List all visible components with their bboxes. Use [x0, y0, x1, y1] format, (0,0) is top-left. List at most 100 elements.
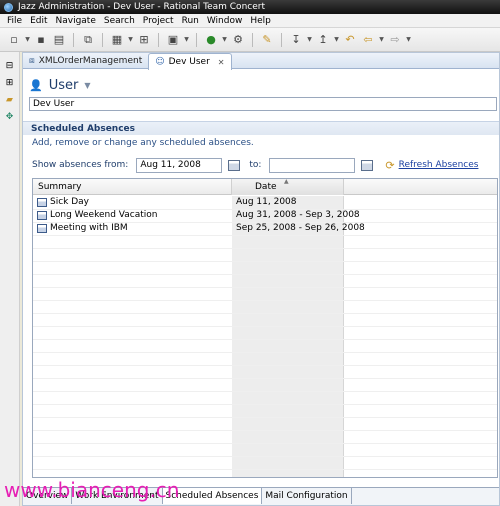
back-icon[interactable]: ⇦ [360, 32, 376, 48]
toolbar-separator [73, 32, 74, 47]
forward-dropdown-icon[interactable]: ▼ [405, 36, 412, 43]
window-title: Jazz Administration - Dev User - Rationa… [18, 2, 265, 12]
from-date-input[interactable]: Aug 11, 2008 [136, 157, 223, 173]
toolbar-separator [252, 32, 253, 47]
build-icon[interactable]: ✎ [259, 32, 275, 48]
tab-mail-configuration[interactable]: Mail Configuration [262, 488, 352, 504]
toolbar-separator [281, 32, 282, 47]
team-organization-icon[interactable]: ✥ [4, 111, 16, 123]
menu-file[interactable]: File [3, 16, 26, 26]
user-icon: 👤 [29, 78, 43, 92]
tab-label: Dev User [168, 57, 210, 67]
calendar-icon [37, 210, 47, 220]
main-toolbar: ▫ ▼ ▪ ▤ ⧉ ▦ ▼ ⊞ ▣ ▼ ● ▼ ⚙ ✎ ↧ ▼ ↥ ▼ ↶ ⇦ … [0, 28, 500, 52]
grid-line [33, 417, 497, 418]
restore-icon[interactable]: ⊟ [4, 60, 16, 72]
external-tools-icon[interactable]: ▣ [165, 32, 181, 48]
row-date: Sep 25, 2008 - Sep 26, 2008 [236, 223, 365, 233]
tab-dev-user[interactable]: ☺ Dev User ✕ [148, 53, 232, 70]
row-date: Aug 11, 2008 [236, 197, 297, 207]
next-annotation-icon[interactable]: ↧ [288, 32, 304, 48]
table-row[interactable]: Long Weekend Vacation Aug 31, 2008 - Sep… [33, 209, 497, 222]
team-artifacts-icon[interactable]: ⊞ [4, 77, 16, 89]
new-icon[interactable]: ▫ [6, 32, 22, 48]
grid-line [33, 326, 497, 327]
new-dropdown-icon[interactable]: ▼ [24, 36, 31, 43]
app-icon [4, 2, 13, 12]
menu-navigate[interactable]: Navigate [52, 16, 100, 26]
grid-line [33, 378, 497, 379]
editor-tabs: ⧈ XMLOrderManagement ☺ Dev User ✕ [23, 53, 499, 70]
grid-line [33, 235, 497, 236]
grid-line [33, 300, 497, 301]
save-icon[interactable]: ▪ [33, 32, 49, 48]
menu-run[interactable]: Run [178, 16, 203, 26]
from-label: Show absences from: [32, 160, 129, 170]
debug-icon[interactable]: ⚙ [230, 32, 246, 48]
refresh-link-label: Refresh Absences [398, 160, 479, 170]
grid-line [33, 339, 497, 340]
chevron-down-icon[interactable]: ▼ [84, 81, 90, 90]
work-item-dropdown-icon[interactable]: ▼ [127, 36, 134, 43]
menu-help[interactable]: Help [246, 16, 275, 26]
refresh-absences-link[interactable]: ⟳ Refresh Absences [385, 159, 478, 172]
sort-ascending-icon: ▲ [284, 178, 289, 185]
previous-annotation-dropdown-icon[interactable]: ▼ [333, 36, 340, 43]
last-edit-icon[interactable]: ↶ [342, 32, 358, 48]
table-row[interactable]: Meeting with IBM Sep 25, 2008 - Sep 26, … [33, 222, 497, 235]
table-row[interactable]: Sick Day Aug 11, 2008 [33, 196, 497, 209]
run-dropdown-icon[interactable]: ▼ [221, 36, 228, 43]
menu-edit[interactable]: Edit [26, 16, 51, 26]
grid-line [33, 248, 497, 249]
calendar-icon[interactable] [228, 159, 241, 171]
absence-filter-row: Show absences from: Aug 11, 2008 to: ⟳ R… [32, 157, 496, 173]
print-icon[interactable]: ▤ [51, 32, 67, 48]
absences-table: Summary Date ▲ Sick Day Aug 11, 2008 Lon… [32, 178, 498, 478]
team-icon[interactable]: ⧉ [80, 32, 96, 48]
user-name-field[interactable]: Dev User [29, 97, 497, 111]
column-header-label: Date [255, 182, 277, 192]
tab-label: XMLOrderManagement [38, 56, 143, 66]
page-title: User [48, 77, 79, 93]
menu-search[interactable]: Search [100, 16, 139, 26]
grid-line [33, 443, 497, 444]
calendar-icon [37, 223, 47, 233]
grid-line [33, 365, 497, 366]
grid-line [33, 261, 497, 262]
grid-line [33, 352, 497, 353]
next-annotation-dropdown-icon[interactable]: ▼ [306, 36, 313, 43]
close-icon[interactable]: ✕ [218, 58, 225, 67]
tab-xmlordermanagement[interactable]: ⧈ XMLOrderManagement [23, 53, 148, 69]
menu-window[interactable]: Window [203, 16, 247, 26]
grid-line [33, 274, 497, 275]
table-header: Summary Date ▲ [33, 178, 497, 195]
left-trim-bar: ⊟ ⊞ ▰ ✥ [0, 52, 20, 506]
toolbar-separator [196, 32, 197, 47]
forward-icon[interactable]: ⇨ [387, 32, 403, 48]
search-work-items-icon[interactable]: ⊞ [136, 32, 152, 48]
editor-area: ⧈ XMLOrderManagement ☺ Dev User ✕ 👤 User… [22, 52, 500, 506]
date-column-shade [232, 196, 344, 477]
back-dropdown-icon[interactable]: ▼ [378, 36, 385, 43]
new-work-item-icon[interactable]: ▦ [109, 32, 125, 48]
previous-annotation-icon[interactable]: ↥ [315, 32, 331, 48]
toolbar-separator [158, 32, 159, 47]
section-description: Add, remove or change any scheduled abse… [32, 138, 254, 148]
menu-bar: File Edit Navigate Search Project Run Wi… [0, 14, 500, 28]
row-summary: Long Weekend Vacation [50, 210, 158, 220]
run-icon[interactable]: ● [203, 32, 219, 48]
to-date-input[interactable] [269, 157, 356, 173]
process-icon: ⧈ [29, 56, 35, 66]
menu-project[interactable]: Project [139, 16, 178, 26]
column-header-summary[interactable]: Summary [33, 179, 232, 195]
package-explorer-icon[interactable]: ▰ [4, 94, 16, 106]
grid-line [33, 469, 497, 470]
external-tools-dropdown-icon[interactable]: ▼ [183, 36, 190, 43]
title-bar: Jazz Administration - Dev User - Rationa… [0, 0, 500, 14]
grid-line [33, 222, 497, 223]
row-summary: Sick Day [50, 197, 90, 207]
summary-cell: Sick Day [37, 197, 89, 207]
calendar-icon[interactable] [361, 159, 374, 171]
row-date: Aug 31, 2008 - Sep 3, 2008 [236, 210, 360, 220]
summary-cell: Long Weekend Vacation [37, 210, 157, 220]
